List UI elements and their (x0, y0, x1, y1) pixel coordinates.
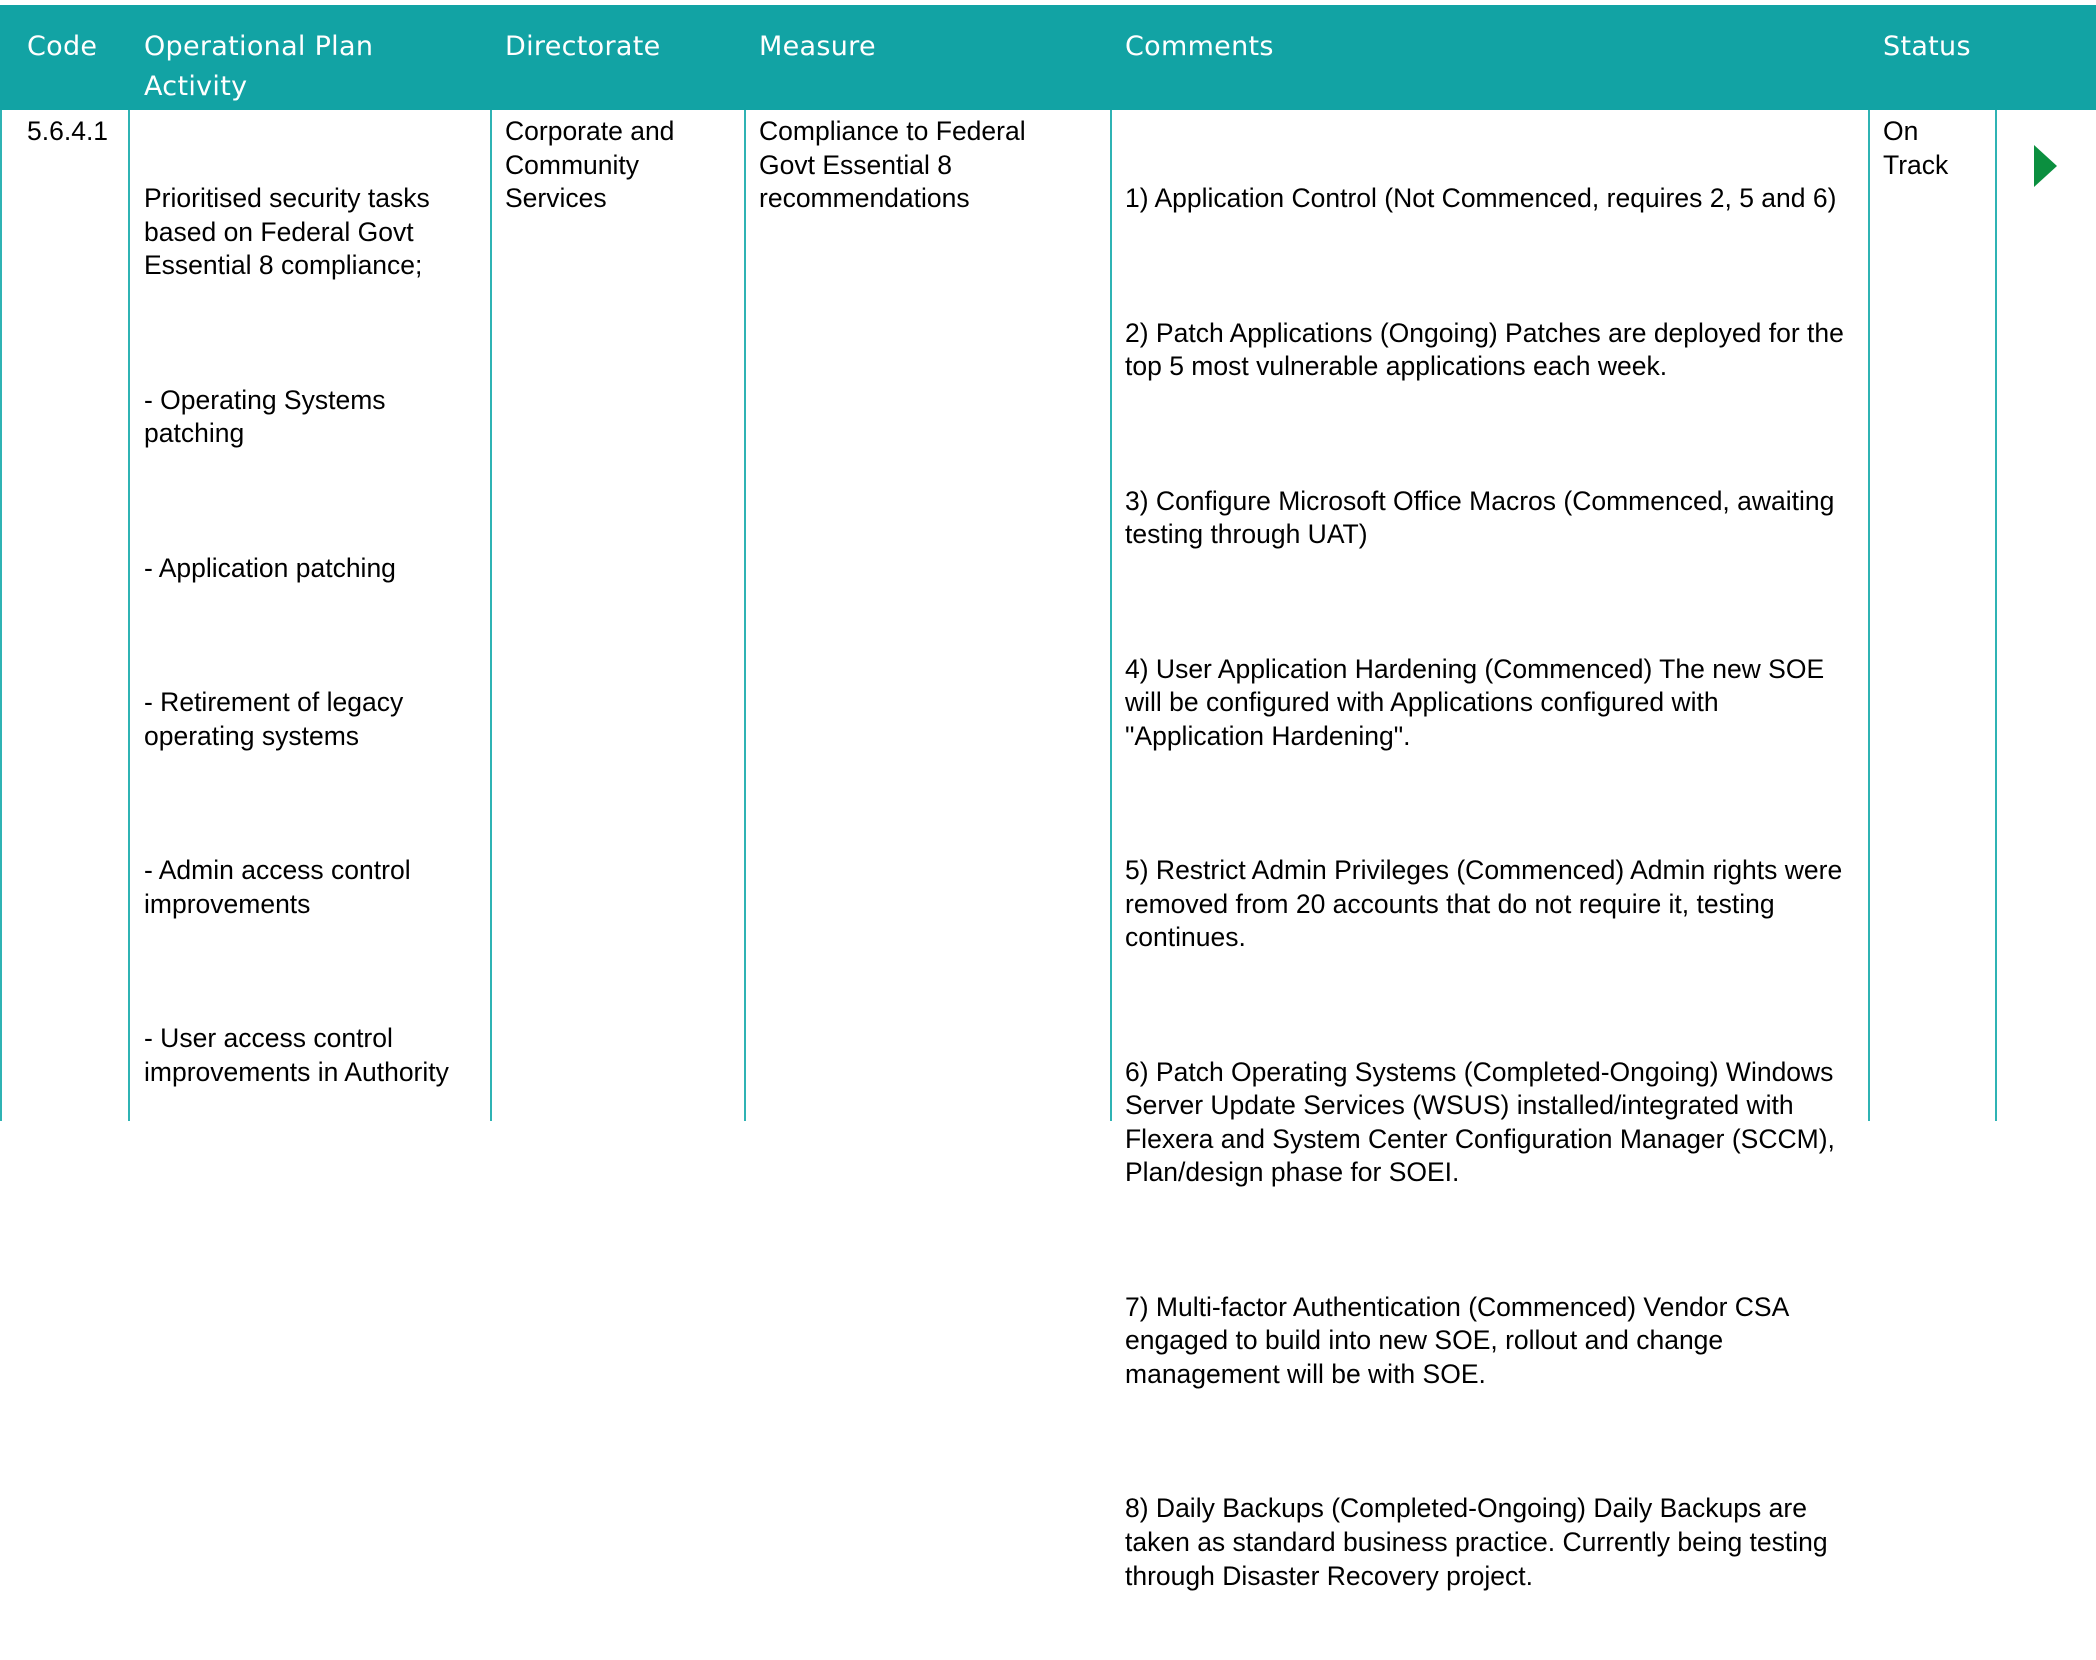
table-header: Code Operational Plan Activity Directora… (0, 5, 2096, 110)
activity-line: - Admin access control improvements (144, 855, 418, 919)
cell-code: 5.6.4.1 (27, 116, 109, 146)
comment-item: 3) Configure Microsoft Office Macros (Co… (1125, 485, 1842, 550)
header-comments: Comments (1125, 31, 1274, 62)
cell-comments: 1) Application Control (Not Commenced, r… (1125, 115, 1847, 1660)
activity-line: - Application patching (144, 552, 396, 583)
activity-line: Prioritised security tasks based on Fede… (144, 183, 438, 281)
operational-plan-table: Code Operational Plan Activity Directora… (0, 5, 2096, 1591)
header-directorate: Directorate (505, 31, 661, 62)
column-divider (490, 110, 492, 1121)
comment-item: 4) User Application Hardening (Commenced… (1125, 653, 1832, 751)
header-code: Code (27, 31, 98, 62)
column-divider (1110, 110, 1112, 1121)
cell-measure: Compliance to Federal Govt Essential 8 r… (759, 116, 1033, 214)
play-triangle-icon (2034, 145, 2057, 187)
comment-item: 6) Patch Operating Systems (Completed-On… (1125, 1056, 1843, 1188)
column-divider (1995, 110, 1997, 1121)
comment-item: 5) Restrict Admin Privileges (Commenced)… (1125, 855, 1850, 953)
header-measure: Measure (759, 31, 876, 62)
header-status: Status (1883, 31, 1971, 62)
column-divider (1868, 110, 1870, 1121)
cell-status: On Track (1883, 116, 1949, 180)
comment-item: 7) Multi-factor Authentication (Commence… (1125, 1291, 1796, 1389)
activity-line: - User access control improvements in Au… (144, 1023, 449, 1087)
comment-item: 1) Application Control (Not Commenced, r… (1125, 183, 1837, 214)
cell-directorate: Corporate and Community Services (505, 116, 682, 214)
column-divider (0, 110, 2, 1121)
header-operational-plan-activity: Operational Plan Activity (144, 31, 374, 102)
comment-item: 8) Daily Backups (Completed-Ongoing) Dai… (1125, 1493, 1836, 1591)
activity-line: - Operating Systems patching (144, 384, 393, 449)
column-divider (744, 110, 746, 1121)
cell-operational-plan-activity: Prioritised security tasks based on Fede… (144, 115, 474, 1156)
comment-item: 2) Patch Applications (Ongoing) Patches … (1125, 317, 1852, 382)
column-divider (128, 110, 130, 1121)
activity-line: - Retirement of legacy operating systems (144, 687, 411, 751)
